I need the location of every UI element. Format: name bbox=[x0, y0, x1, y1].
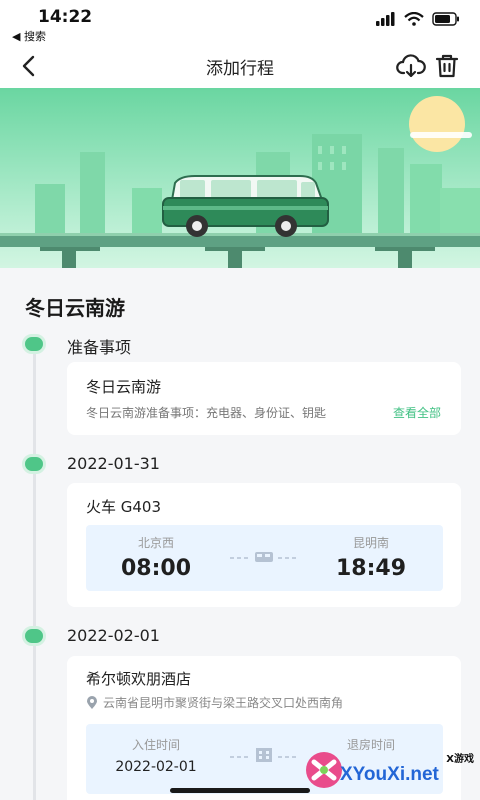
watermark-logo-icon bbox=[306, 752, 342, 788]
status-time: 14:22 bbox=[38, 7, 93, 27]
timeline-dot bbox=[22, 454, 46, 474]
arrive-time: 18:49 bbox=[335, 556, 407, 581]
wifi-icon bbox=[404, 12, 424, 26]
train-card[interactable]: 火车 G403 北京西 08:00 昆明南 18:49 bbox=[67, 483, 461, 607]
home-indicator bbox=[170, 788, 310, 793]
hotel-building-icon bbox=[230, 748, 298, 762]
prep-card[interactable]: 冬日云南游 冬日云南游准备事项：充电器、身份证、钥匙 查看全部 bbox=[67, 362, 461, 435]
checkin-label: 入住时间 bbox=[131, 738, 180, 752]
trash-icon[interactable] bbox=[434, 52, 460, 80]
city-car-illustration bbox=[0, 96, 480, 268]
hotel-address: 云南省昆明市聚贤街与梁王路交叉口处西南角 bbox=[103, 696, 344, 710]
depart-time: 08:00 bbox=[120, 556, 192, 581]
timeline-line bbox=[33, 350, 36, 800]
car-icon bbox=[162, 175, 329, 237]
to-station: 昆明南 bbox=[352, 536, 389, 550]
section-date-day1: 2022-01-31 bbox=[67, 454, 160, 473]
cloud-download-icon[interactable] bbox=[396, 52, 426, 80]
status-bar: 14:22 ◀ 搜索 bbox=[0, 0, 480, 44]
section-label-prep: 准备事项 bbox=[67, 338, 132, 357]
watermark-tag: X游戏 bbox=[446, 754, 474, 765]
status-icons bbox=[376, 12, 460, 26]
train-icon bbox=[230, 552, 298, 562]
from-station: 北京西 bbox=[137, 536, 174, 550]
location-pin-icon bbox=[87, 695, 97, 709]
train-name: 火车 G403 bbox=[86, 498, 162, 516]
prep-description: 冬日云南游准备事项：充电器、身份证、钥匙 bbox=[86, 406, 327, 420]
watermark-brand: XYouXi.net bbox=[340, 764, 439, 785]
section-date-day2: 2022-02-01 bbox=[67, 626, 160, 645]
site-watermark: X游戏 XYouXi.net bbox=[304, 750, 474, 794]
nav-bar: 添加行程 bbox=[0, 44, 480, 88]
checkin-date: 2022-02-01 bbox=[115, 759, 197, 775]
view-all-link[interactable]: 查看全部 bbox=[393, 404, 441, 421]
back-to-search-link[interactable]: ◀ 搜索 bbox=[12, 28, 46, 44]
trip-title: 冬日云南游 bbox=[25, 296, 125, 320]
hotel-name: 希尔顿欢朋酒店 bbox=[86, 670, 192, 688]
hero-illustration bbox=[0, 88, 480, 268]
timeline-dot bbox=[22, 626, 46, 646]
battery-icon bbox=[432, 12, 459, 26]
prep-card-title: 冬日云南游 bbox=[86, 378, 162, 396]
signal-icon bbox=[376, 12, 395, 26]
hotel-address-row: 云南省昆明市聚贤街与梁王路交叉口处西南角 bbox=[86, 694, 343, 711]
train-schedule-panel: 北京西 08:00 昆明南 18:49 bbox=[86, 525, 443, 591]
timeline-dot bbox=[22, 334, 46, 354]
